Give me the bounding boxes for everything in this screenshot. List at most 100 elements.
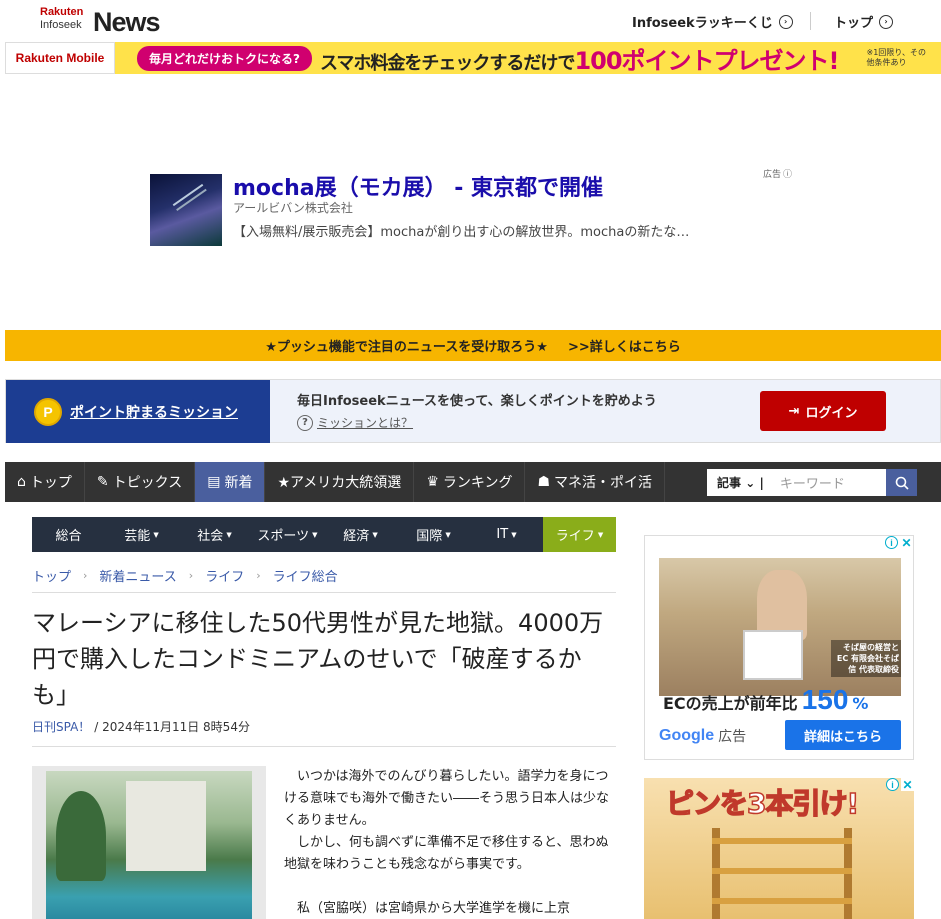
ad-headline: ECの売上が前年比 150% <box>663 684 868 716</box>
caret-down-icon: ▼ <box>445 530 451 539</box>
logo-news-text: News <box>93 7 161 37</box>
details-button[interactable]: 詳細はこちら <box>785 720 901 750</box>
ad-thumbnail[interactable] <box>150 174 222 246</box>
chevron-right-circle-icon: › <box>778 14 793 29</box>
close-icon: ✕ <box>900 535 913 550</box>
top-link-label: トップ <box>834 16 874 31</box>
search-box: 記事 ⌄ | キーワード <box>707 469 917 496</box>
chevron-right-circle-icon: › <box>879 14 894 29</box>
nav-topics-label: トピックス <box>112 475 183 491</box>
chevron-right-icon: › <box>188 569 194 582</box>
cat-international-label: 国際 <box>416 529 443 544</box>
point-mission-panel: P ポイント貯まるミッション 毎日Infoseekニュースを使って、楽しくポイン… <box>5 379 941 443</box>
nav-topics[interactable]: ✎ トピックス <box>85 462 196 502</box>
article-body: いつかは海外でのんびり暮らしたい。語学力を身につける意味でも海外で働きたい――そ… <box>284 766 616 919</box>
cat-economy[interactable]: 経済 ▼ <box>324 517 397 552</box>
cat-it[interactable]: IT ▼ <box>470 517 543 552</box>
login-button[interactable]: ⇥ ログイン <box>760 391 886 431</box>
caret-down-icon: ▼ <box>511 530 517 539</box>
logo-rakuten-text: Rakuten <box>40 6 84 18</box>
pencil-icon: ✎ <box>96 474 109 490</box>
point-coin-icon: P <box>34 397 62 426</box>
nav-ranking[interactable]: ♛ ランキング <box>414 462 526 502</box>
point-mission-link[interactable]: P ポイント貯まるミッション <box>6 380 270 443</box>
lucky-kuji-link[interactable]: Infoseekラッキーくじ › <box>632 12 793 31</box>
info-icon: i <box>886 778 899 791</box>
rakuten-mobile-logo: Rakuten Mobile <box>5 42 115 74</box>
breadcrumb-item[interactable]: ライフ総合 <box>273 566 338 585</box>
nav-top-label: トップ <box>29 475 72 491</box>
info-icon: ⓘ <box>783 170 793 180</box>
sidebar-ad-game[interactable]: i ✕ ピンを3本引け! <box>644 778 914 919</box>
nav-top[interactable]: ⌂ トップ <box>5 462 85 502</box>
nav-us-election-label: ★アメリカ大統領選 <box>277 475 402 491</box>
push-link[interactable]: >>詳しくはこちら <box>568 336 681 355</box>
search-button[interactable] <box>886 469 917 496</box>
cat-international[interactable]: 国際 ▼ <box>397 517 470 552</box>
article-date: / 2024年11月11日 8時54分 <box>94 720 250 734</box>
banner-note: ※1回限り、その他条件あり <box>866 48 926 67</box>
article-image[interactable] <box>32 766 266 919</box>
caret-down-icon: ▼ <box>372 530 378 539</box>
search-input[interactable]: キーワード <box>772 473 886 492</box>
caret-down-icon: ▼ <box>597 530 604 539</box>
search-category-select[interactable]: 記事 ⌄ | <box>707 474 772 491</box>
mission-what-link[interactable]: ? ミッションとは？ <box>297 414 413 431</box>
ad-percent-sign: % <box>852 694 869 713</box>
nav-money[interactable]: ☗ マネ活・ポイ活 <box>525 462 666 502</box>
ad-title-link[interactable]: mocha展（モカ展） - 東京都で開催 <box>233 170 603 202</box>
mission-what-label: ミッションとは？ <box>317 416 414 430</box>
cat-entertainment-label: 芸能 <box>124 529 151 544</box>
banner-main-a: スマホ料金をチェックするだけで <box>319 52 575 74</box>
cat-entertainment[interactable]: 芸能 ▼ <box>105 517 178 552</box>
breadcrumb-item[interactable]: 新着ニュース <box>99 566 176 585</box>
cat-general[interactable]: 総合 <box>32 517 105 552</box>
cat-society-label: 社会 <box>197 529 224 544</box>
ad-choices[interactable]: i ✕ <box>886 778 914 792</box>
condo-pool-photo <box>46 771 252 919</box>
cat-life[interactable]: ライフ ▼ <box>543 517 616 552</box>
google-ad-label: Google 広告 <box>659 726 746 746</box>
banner-pill: 毎月どれだけおトクになる? <box>137 45 312 71</box>
rakuten-infoseek-news-logo[interactable]: Rakuten Infoseek News <box>40 6 170 38</box>
nav-us-election[interactable]: ★アメリカ大統領選 <box>265 462 415 502</box>
caret-down-icon: ▼ <box>226 530 232 539</box>
caret-down-icon: ▼ <box>312 530 318 539</box>
money-bag-icon: ☗ <box>537 474 551 490</box>
ad-label-text: 広告 <box>718 728 747 744</box>
sidebar-ad-ec[interactable]: i ✕ そば屋の経営とEC 有限会社そば信 代表取締役 ECの売上が前年比 150%… <box>644 535 914 760</box>
breadcrumb-item[interactable]: ライフ <box>205 566 244 585</box>
logo-infoseek-text: Infoseek <box>40 19 82 31</box>
rakuten-mobile-banner[interactable]: Rakuten Mobile 毎月どれだけおトクになる? スマホ料金をチェックす… <box>5 42 941 74</box>
crown-icon: ♛ <box>426 474 439 490</box>
divider <box>32 592 616 593</box>
cat-general-label: 総合 <box>55 529 82 544</box>
cat-it-label: IT <box>496 527 509 542</box>
chevron-down-icon: ⌄ <box>745 476 756 490</box>
ad-choices[interactable]: i ✕ <box>885 535 913 550</box>
article-meta: 日刊SPA！ / 2024年11月11日 8時54分 <box>32 718 250 735</box>
article-paragraph: しかし、何も調べずに準備不足で移住すると、思わぬ地獄を味わうことも残念ながら事実… <box>284 835 609 872</box>
breadcrumb-item[interactable]: トップ <box>32 566 71 585</box>
push-notification-bar[interactable]: ★プッシュ機能で注目のニュースを受け取ろう★ >>詳しくはこちら <box>5 330 941 361</box>
mission-description: 毎日Infoseekニュースを使って、楽しくポイントを貯めよう <box>297 394 657 409</box>
ad-label-text: 広告 <box>763 170 782 180</box>
cat-society[interactable]: 社会 ▼ <box>178 517 251 552</box>
cat-sports[interactable]: スポーツ ▼ <box>251 517 324 552</box>
header-divider <box>810 12 811 30</box>
article-source-link[interactable]: 日刊SPA！ <box>32 718 90 735</box>
login-label: ログイン <box>805 405 858 421</box>
nav-ranking-label: ランキング <box>442 475 513 491</box>
category-nav: 総合 芸能 ▼ 社会 ▼ スポーツ ▼ 経済 ▼ 国際 ▼ IT ▼ ライフ ▼ <box>32 517 616 552</box>
pin-puzzle-graphic <box>712 828 852 919</box>
ad-description[interactable]: 【入場無料/展示販売会】mochaが創り出す心の解放世界。mochaの新たな… <box>233 221 743 240</box>
home-icon: ⌂ <box>17 474 26 490</box>
chevron-right-icon: › <box>83 569 88 582</box>
ad-image-text: そば屋の経営とEC 有限会社そば信 代表取締役 <box>831 640 901 677</box>
point-mission-title: ポイント貯まるミッション <box>70 404 238 421</box>
nav-new[interactable]: ▤ 新着 <box>195 462 266 502</box>
search-icon <box>895 476 909 490</box>
ad-image: そば屋の経営とEC 有限会社そば信 代表取締役 <box>659 558 901 696</box>
ad-info-label[interactable]: 広告 ⓘ <box>763 167 792 180</box>
top-link[interactable]: トップ › <box>834 12 894 31</box>
